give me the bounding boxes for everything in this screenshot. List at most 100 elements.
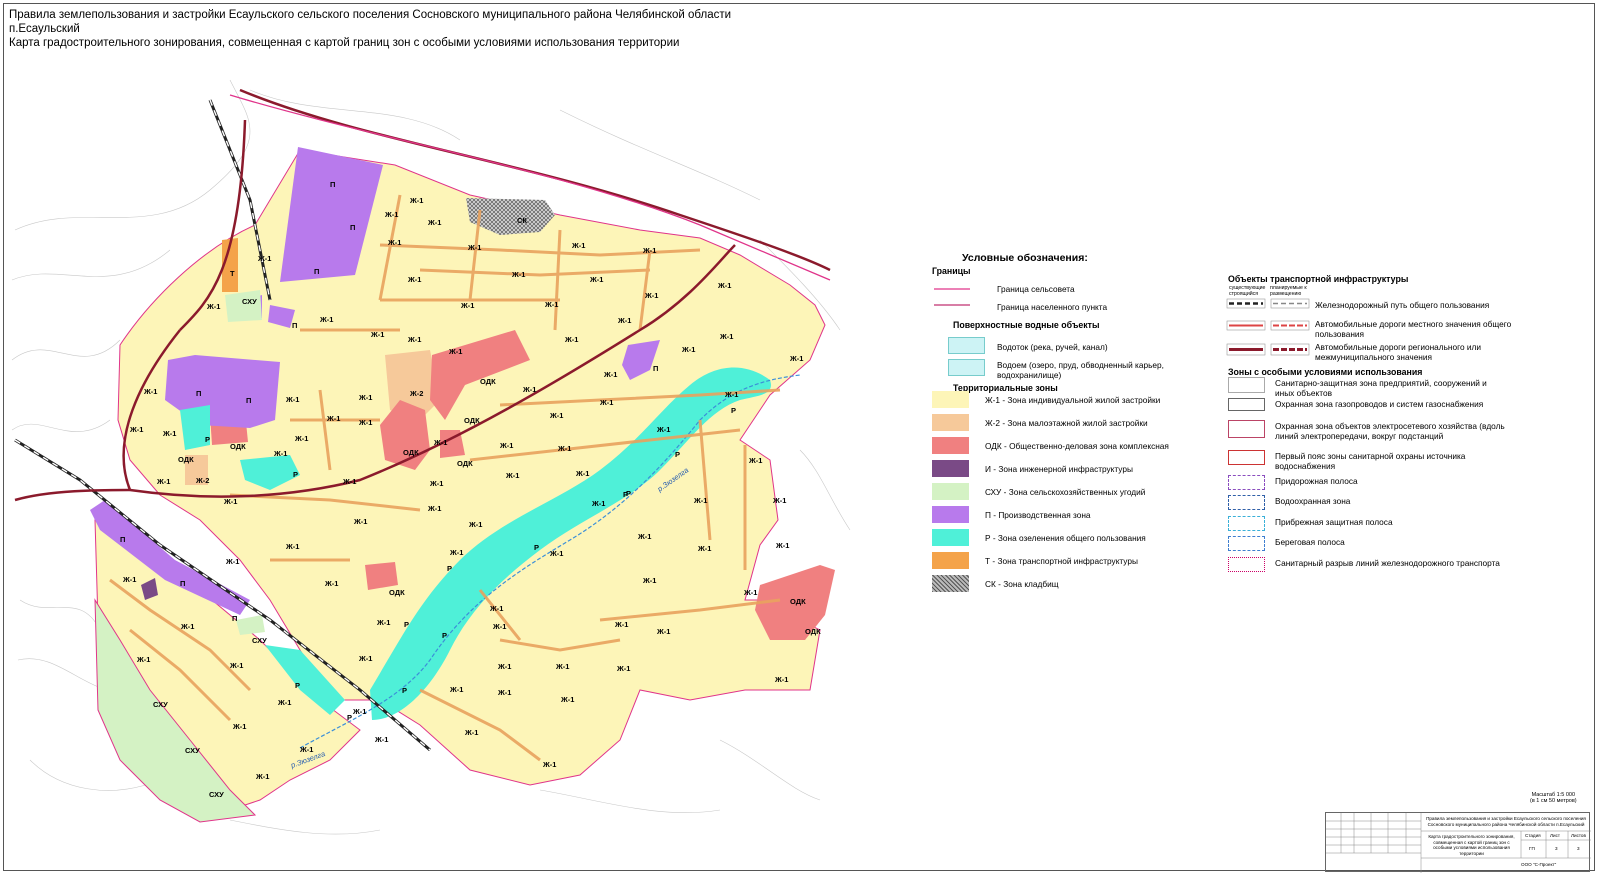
zone-label-zh1: Ж-1 bbox=[181, 622, 195, 631]
zone-label-odk: ОДК bbox=[790, 597, 806, 606]
swatch-special-zone bbox=[1228, 377, 1265, 393]
swatch-rec bbox=[932, 529, 969, 546]
zone-label-zh1: Ж-1 bbox=[430, 479, 444, 488]
zone-label-ck: СК bbox=[517, 216, 527, 225]
zone-label-zh1: Ж-1 bbox=[385, 210, 399, 219]
legend-zone-item: Т - Зона транспортной инфраструктуры bbox=[985, 556, 1138, 566]
zone-label-p: П bbox=[232, 614, 238, 623]
zone-label-odk: ОДК bbox=[230, 442, 246, 451]
zone-label-zh1: Ж-1 bbox=[775, 675, 789, 684]
legend-transport-item: Автомобильные дороги местного значения о… bbox=[1315, 319, 1512, 339]
swatch-inzh bbox=[932, 460, 969, 477]
legend-zone-item: И - Зона инженерной инфраструктуры bbox=[985, 464, 1133, 474]
zone-label-zh1: Ж-1 bbox=[469, 520, 483, 529]
swatch-special-zone bbox=[1228, 516, 1265, 531]
legend-special-heading: Зоны с особыми условиями использования bbox=[1228, 367, 1423, 377]
zone-label-zh1: Ж-1 bbox=[461, 301, 475, 310]
title-block: Правила землепользования и застройки Еса… bbox=[1325, 812, 1591, 873]
swatch-cemetery bbox=[932, 575, 969, 592]
boundary-swatches bbox=[934, 288, 970, 306]
swatch-special-zone bbox=[1228, 557, 1265, 572]
zone-label-zh1: Ж-1 bbox=[720, 332, 734, 341]
zone-label-zh1: Ж-1 bbox=[233, 722, 247, 731]
zone-label-zh1: Ж-1 bbox=[144, 387, 158, 396]
zone-cxu-small2 bbox=[236, 615, 265, 635]
swatch-special-zone bbox=[1228, 398, 1265, 411]
legend-transport-heading: Объекты транспортной инфраструктуры bbox=[1228, 274, 1409, 284]
zone-label-zh1: Ж-1 bbox=[543, 760, 557, 769]
zone-label-zh1: Ж-1 bbox=[325, 579, 339, 588]
legend-boundary-item: Граница сельсовета bbox=[997, 284, 1075, 294]
transport-swatches bbox=[1226, 298, 1310, 356]
zone-label-zh1: Ж-1 bbox=[550, 411, 564, 420]
zone-label-zh1: Ж-1 bbox=[295, 434, 309, 443]
zone-label-zh1: Ж-1 bbox=[500, 441, 514, 450]
zone-label-r: Р bbox=[295, 681, 301, 690]
zone-label-zh1: Ж-1 bbox=[615, 620, 629, 629]
zone-label-zh1: Ж-1 bbox=[550, 549, 564, 558]
zone-label-cxu: СХУ bbox=[252, 636, 267, 645]
legend-transport-item: Автомобильные дороги регионального или м… bbox=[1315, 342, 1481, 362]
zone-label-zh1: Ж-1 bbox=[274, 449, 288, 458]
zone-label-r: Р bbox=[534, 543, 540, 552]
swatch-watercourse bbox=[948, 337, 985, 354]
legend-special-item: Береговая полоса bbox=[1275, 537, 1345, 547]
legend-boundary-item: Граница населенного пункта bbox=[997, 302, 1108, 312]
zone-label-zh1: Ж-1 bbox=[565, 335, 579, 344]
stamp-company: ООО "С-Проект" bbox=[1521, 862, 1557, 867]
zone-label-zh1: Ж-1 bbox=[286, 395, 300, 404]
zone-label-zh1: Ж-1 bbox=[428, 504, 442, 513]
legend-special-item: Придорожная полоса bbox=[1275, 476, 1358, 486]
zone-label-cxu: СХУ bbox=[209, 790, 224, 799]
zone-label-zh1: Ж-1 bbox=[375, 735, 389, 744]
swatch-special-zone bbox=[1228, 536, 1265, 551]
zone-label-zh1: Ж-1 bbox=[359, 654, 373, 663]
zone-label-p: П bbox=[196, 389, 202, 398]
zone-label-odk: ОДК bbox=[457, 459, 473, 468]
zone-label-r: Р bbox=[447, 564, 453, 573]
zone-label-zh1: Ж-1 bbox=[643, 246, 657, 255]
swatch-special-zone bbox=[1228, 495, 1265, 510]
legend-special-item: Охранная зона объектов электросетевого х… bbox=[1275, 421, 1505, 441]
zone-label-r: Р bbox=[402, 686, 408, 695]
zone-label-zh1: Ж-1 bbox=[493, 622, 507, 631]
zone-label-zh1: Ж-1 bbox=[698, 544, 712, 553]
zone-label-zh1: Ж-1 bbox=[354, 517, 368, 526]
zone-label-cxu: СХУ bbox=[185, 746, 200, 755]
legend-special-item: Санитарно-защитная зона предприятий, соо… bbox=[1275, 378, 1487, 398]
stamp-sheet-title: Карта градостроительного зонирования, со… bbox=[1428, 834, 1515, 856]
zone-label-zh1: Ж-1 bbox=[618, 316, 632, 325]
zone-label-zh1: Ж-1 bbox=[286, 542, 300, 551]
zone-label-zh1: Ж-1 bbox=[776, 541, 790, 550]
swatch-zh1 bbox=[932, 391, 969, 408]
legend-special-item: Санитарный разрыв линий железнодорожного… bbox=[1275, 558, 1500, 568]
zone-label-zh1: Ж-1 bbox=[773, 496, 787, 505]
zone-label-zh1: Ж-1 bbox=[512, 270, 526, 279]
zone-label-zh1: Ж-1 bbox=[123, 575, 137, 584]
zone-label-zh1: Ж-1 bbox=[590, 275, 604, 284]
legend-water-heading: Поверхностные водные объекты bbox=[953, 320, 1100, 330]
zone-label-p: П bbox=[120, 535, 126, 544]
legend-zone-item: П - Производственная зона bbox=[985, 510, 1091, 520]
zone-label-zh1: Ж-1 bbox=[278, 698, 292, 707]
zone-label-zh1: Ж-1 bbox=[725, 390, 739, 399]
zone-label-zh1: Ж-1 bbox=[327, 414, 341, 423]
zone-label-zh1: Ж-1 bbox=[645, 291, 659, 300]
legend-zone-item: Ж-1 - Зона индивидуальной жилой застройк… bbox=[985, 395, 1161, 405]
legend-water-item: Водоток (река, ручей, канал) bbox=[997, 342, 1108, 352]
legend-special-item: Охранная зона газопроводов и систем газо… bbox=[1275, 399, 1484, 409]
zone-label-r: Р bbox=[347, 713, 353, 722]
zone-label-odk: ОДК bbox=[805, 627, 821, 636]
scale-note: Масштаб 1:5 000 (в 1 см 50 метров) bbox=[1530, 792, 1577, 804]
zone-label-zh1: Ж-1 bbox=[434, 438, 448, 447]
zone-label-odk: ОДК bbox=[403, 448, 419, 457]
zone-label-zh1: Ж-1 bbox=[498, 662, 512, 671]
zone-label-p: П bbox=[350, 223, 356, 232]
legend-zone-item: Р - Зона озеленения общего пользования bbox=[985, 533, 1146, 543]
zone-label-zh1: Ж-1 bbox=[343, 477, 357, 486]
stamp-sheet-label: Лист bbox=[1550, 833, 1560, 838]
zone-cxu-small bbox=[225, 290, 262, 322]
zone-label-zh1: Ж-1 bbox=[694, 496, 708, 505]
zone-label-zh1: Ж-1 bbox=[506, 471, 520, 480]
zone-label-p: П bbox=[180, 579, 186, 588]
